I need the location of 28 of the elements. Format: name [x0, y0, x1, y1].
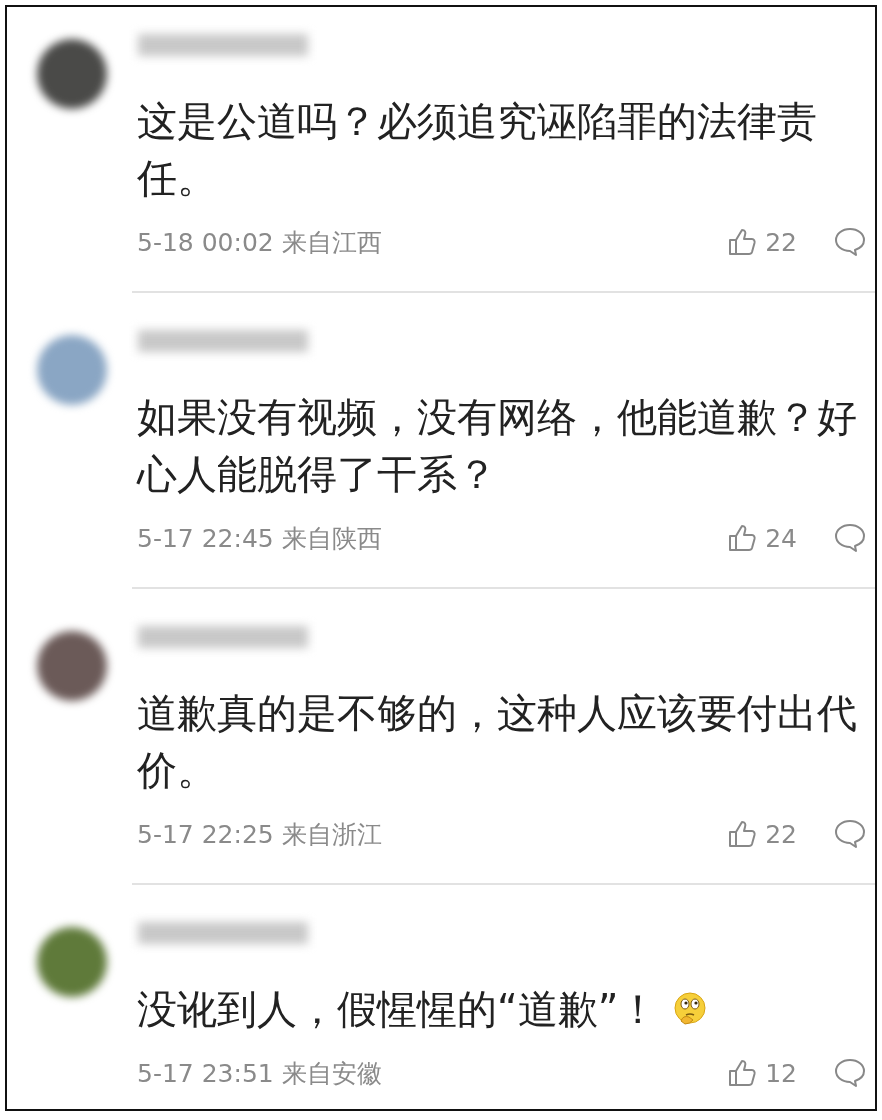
avatar[interactable]	[37, 631, 107, 701]
timestamp: 5-17 23:51	[137, 1058, 274, 1088]
comment-icon[interactable]	[833, 522, 867, 554]
avatar[interactable]	[37, 927, 107, 997]
thumbs-up-icon[interactable]	[727, 1058, 758, 1088]
thumbs-up-icon[interactable]	[727, 227, 758, 257]
timestamp: 5-17 22:25	[137, 819, 274, 849]
avatar[interactable]	[37, 39, 107, 109]
thumbs-up-icon[interactable]	[727, 523, 758, 553]
comment-icon[interactable]	[833, 1057, 867, 1089]
comment-text: 这是公道吗？必须追究诬陷罪的法律责任。	[137, 97, 818, 203]
comment-text: 没讹到人，假惺惺的“道歉”！	[137, 981, 862, 1038]
like-count: 22	[765, 227, 797, 257]
like-count: 22	[765, 819, 797, 849]
like-count: 24	[765, 523, 797, 553]
comment-text: 如果没有视频，没有网络，他能道歉？好心人能脱得了干系？	[137, 393, 858, 499]
like-count: 12	[765, 1058, 797, 1088]
location: 来自浙江	[281, 818, 382, 851]
comment-icon[interactable]	[833, 818, 867, 850]
location: 来自安徽	[281, 1057, 382, 1090]
location: 来自陕西	[281, 522, 382, 555]
location: 来自江西	[281, 226, 382, 259]
thumbs-up-icon[interactable]	[727, 819, 758, 849]
emoji-icon	[672, 991, 709, 1027]
comment-icon[interactable]	[833, 226, 867, 258]
timestamp: 5-17 22:45	[137, 523, 274, 553]
timestamp: 5-18 00:02	[137, 227, 274, 257]
comment-text: 道歉真的是不够的，这种人应该要付出代价。	[137, 689, 858, 795]
